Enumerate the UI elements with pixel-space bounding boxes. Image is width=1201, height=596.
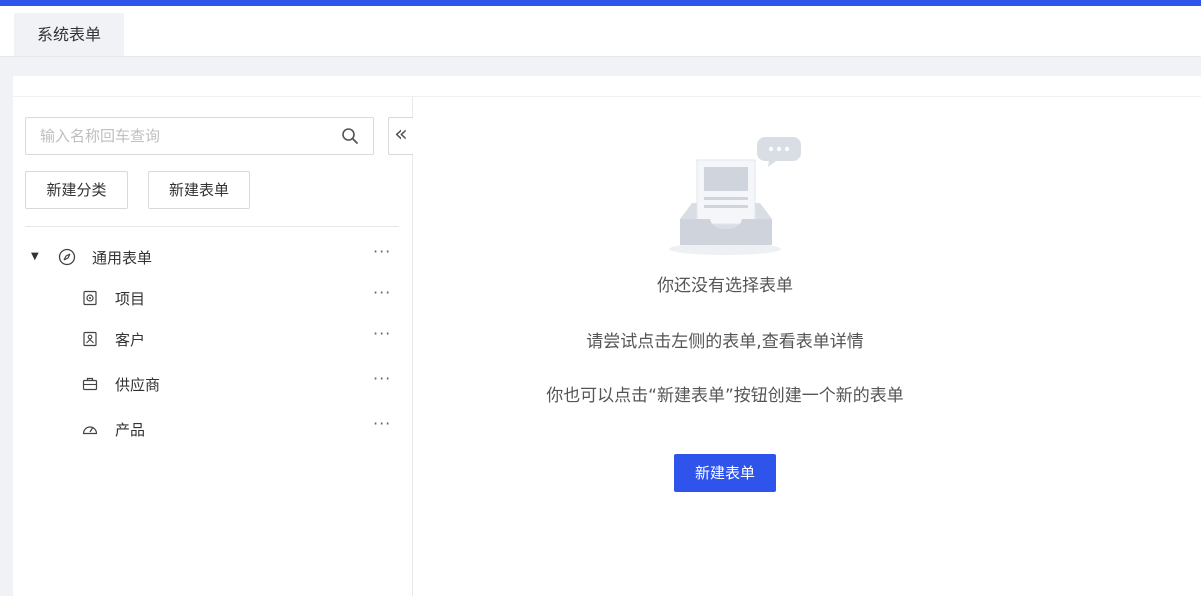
double-chevron-left-icon: «: [394, 122, 408, 147]
search-input[interactable]: [40, 125, 330, 147]
more-icon[interactable]: ···: [373, 414, 391, 433]
search-icon[interactable]: [341, 127, 359, 145]
tree-item-label: 供应商: [115, 376, 161, 394]
tab-system-forms[interactable]: 系统表单: [14, 13, 124, 56]
tree-item-project[interactable]: 项目 ···: [13, 283, 412, 313]
more-icon[interactable]: ···: [373, 369, 391, 388]
form-detail-area: 你还没有选择表单 请尝试点击左侧的表单,查看表单详情 你也可以点击“新建表单”按…: [413, 97, 1201, 596]
more-icon[interactable]: ···: [373, 283, 391, 302]
form-sidebar: « 新建分类 新建表单 ▼ 通用表单 ··· 项目 ···: [13, 97, 413, 596]
person-card-icon: [83, 331, 97, 347]
empty-inbox-illustration: [669, 137, 801, 255]
new-category-button[interactable]: 新建分类: [25, 171, 128, 209]
target-icon: [83, 290, 97, 306]
empty-title: 你还没有选择表单: [657, 276, 793, 296]
caret-down-icon[interactable]: ▼: [31, 251, 39, 262]
compass-icon: [58, 248, 76, 266]
sidebar-divider: [25, 226, 399, 227]
tree-item-supplier[interactable]: 供应商 ···: [13, 369, 412, 399]
tree-item-customer[interactable]: 客户 ···: [13, 324, 412, 354]
tree-group-general-forms[interactable]: ▼ 通用表单 ···: [13, 242, 412, 272]
new-form-button[interactable]: 新建表单: [148, 171, 250, 209]
briefcase-icon: [82, 377, 98, 391]
tree-item-label: 项目: [115, 290, 146, 308]
tab-bar: 系统表单: [0, 6, 1201, 57]
panel-header-strip: [13, 76, 1201, 97]
tree-item-label: 产品: [115, 421, 146, 439]
more-icon[interactable]: ···: [373, 242, 391, 261]
content-spacer: [0, 57, 1201, 76]
main-panel: « 新建分类 新建表单 ▼ 通用表单 ··· 项目 ···: [13, 76, 1201, 596]
tree-item-product[interactable]: 产品 ···: [13, 414, 412, 444]
more-icon[interactable]: ···: [373, 324, 391, 343]
tree-item-label: 客户: [115, 331, 146, 349]
search-box: [25, 117, 374, 155]
empty-hint-create: 你也可以点击“新建表单”按钮创建一个新的表单: [546, 386, 904, 406]
create-form-button[interactable]: 新建表单: [674, 454, 776, 492]
collapse-sidebar-button[interactable]: «: [388, 117, 413, 155]
empty-hint-select: 请尝试点击左侧的表单,查看表单详情: [586, 332, 864, 352]
speedometer-icon: [82, 426, 98, 435]
tree-group-label: 通用表单: [92, 249, 153, 267]
